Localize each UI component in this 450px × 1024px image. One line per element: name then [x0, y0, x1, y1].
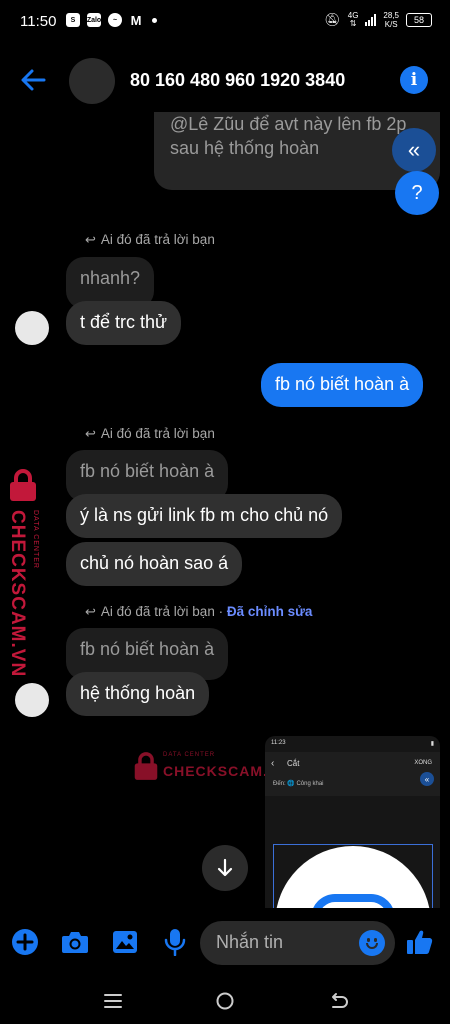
thumbnail-to: Đến: 🌐 Công khai	[273, 781, 324, 787]
contact-avatar[interactable]	[69, 58, 115, 104]
back-arrow-icon	[21, 69, 46, 91]
reply-arrow-icon: ↩	[85, 426, 96, 441]
emoji-icon	[367, 938, 370, 942]
back-nav-button[interactable]	[326, 988, 352, 1014]
emoji-button[interactable]	[359, 930, 385, 956]
reply-label: ↩ Ai đó đã trả lời bạn · Đã chỉnh sửa	[85, 604, 313, 619]
quoted-line: sau hệ thống hoàn	[170, 138, 320, 158]
watermark-vertical: CHECKSCAM.VN DATA CENTER	[4, 468, 44, 677]
question-icon: ?	[411, 181, 423, 204]
back-button[interactable]	[18, 66, 50, 94]
home-circle-icon	[216, 992, 234, 1010]
help-button[interactable]: ?	[395, 171, 439, 215]
reply-arrow-icon: ↩	[85, 604, 96, 619]
recent-apps-button[interactable]	[100, 988, 126, 1014]
more-notifications-icon	[152, 17, 157, 23]
message-placeholder: Nhắn tin	[216, 932, 284, 952]
double-chevron-left-icon: «	[420, 772, 434, 786]
sender-avatar[interactable]	[15, 311, 49, 345]
mute-icon: 🔕︎	[324, 12, 341, 27]
incoming-message[interactable]: chủ nó hoàn sao á	[66, 542, 243, 586]
thumbnail-time: 11:23	[271, 740, 286, 746]
image-attachment[interactable]: 11:23 ▮ ‹ Cắt XONG Đến: 🌐 Công khai «	[265, 736, 440, 908]
reply-label: ↩ Ai đó đã trả lời bạn	[85, 232, 215, 247]
lock-icon	[10, 469, 36, 501]
double-chevron-left-icon: «	[407, 137, 421, 162]
status-right: 🔕︎ 4G ⇅ 28,5 K/S 58	[324, 11, 432, 29]
info-icon: i	[410, 70, 418, 90]
status-time: 11:50	[20, 13, 57, 30]
watermark-horizontal: DATA CENTER CHECKSCAM.VN	[133, 750, 288, 784]
watermark-sub: DATA CENTER	[32, 510, 39, 569]
reply-label: ↩ Ai đó đã trả lời bạn	[85, 426, 215, 441]
chat-header: 80 160 480 960 1920 3840 i	[0, 52, 450, 108]
more-actions-button[interactable]	[10, 927, 40, 957]
incoming-message[interactable]: hệ thống hoàn	[66, 672, 210, 716]
incoming-message[interactable]: ý là ns gửi link fb m cho chủ nó	[66, 494, 343, 538]
zalo-icon: Zalo	[87, 13, 101, 27]
like-button[interactable]	[405, 927, 435, 957]
thumbs-up-icon	[407, 930, 433, 955]
menu-icon	[104, 994, 122, 1008]
battery-icon: 58	[406, 13, 432, 27]
info-button[interactable]: i	[400, 66, 428, 94]
watermark-sub: DATA CENTER	[163, 752, 216, 758]
microphone-icon	[164, 929, 186, 956]
thumbnail-title: Cắt	[287, 759, 300, 768]
back-arrow-icon: ‹	[271, 758, 275, 769]
quoted-line: @Lê Zũu để avt này lên fb 2p	[170, 114, 407, 134]
network-speed: 28,5 K/S	[383, 11, 399, 29]
meta-logo-icon	[311, 894, 395, 908]
messenger-icon: ~	[108, 13, 122, 27]
voice-button[interactable]	[160, 927, 190, 957]
camera-icon	[62, 932, 88, 953]
status-bar: 11:50 S Zalo ~ M 🔕︎ 4G ⇅ 28,5 K/S 58	[0, 0, 450, 44]
outgoing-message[interactable]: fb nó biết hoàn à	[261, 363, 424, 407]
lock-icon	[134, 752, 158, 780]
edited-label: Đã chỉnh sửa	[226, 604, 313, 619]
back-nav-icon	[332, 993, 348, 1008]
message-input[interactable]: Nhắn tin	[200, 921, 395, 965]
network-type: 4G ⇅	[347, 11, 359, 28]
shopee-icon: S	[66, 13, 80, 27]
camera-button[interactable]	[60, 927, 90, 957]
collapse-button[interactable]: «	[392, 128, 436, 172]
thumbnail-battery: ▮	[430, 741, 434, 747]
incoming-message[interactable]: t để trc thử	[66, 301, 182, 345]
reply-arrow-icon: ↩	[85, 232, 96, 247]
arrow-down-icon	[217, 858, 233, 877]
scroll-to-bottom-button[interactable]	[202, 845, 248, 891]
gallery-button[interactable]	[110, 927, 140, 957]
signal-icon	[365, 14, 377, 26]
thumbnail-header: ‹ Cắt XONG Đến: 🌐 Công khai «	[265, 752, 440, 796]
sender-avatar[interactable]	[15, 683, 49, 717]
chat-title[interactable]: 80 160 480 960 1920 3840	[130, 70, 345, 91]
plus-circle-icon	[12, 929, 38, 955]
message-composer: Nhắn tin	[0, 915, 450, 971]
status-notification-icons: S Zalo ~ M	[66, 13, 157, 27]
image-icon	[113, 931, 137, 953]
system-nav-bar	[0, 980, 450, 1024]
gmail-icon: M	[130, 13, 142, 27]
thumbnail-done: XONG	[414, 760, 432, 766]
watermark-brand: CHECKSCAM.VN	[7, 510, 28, 678]
home-button[interactable]	[212, 988, 238, 1014]
